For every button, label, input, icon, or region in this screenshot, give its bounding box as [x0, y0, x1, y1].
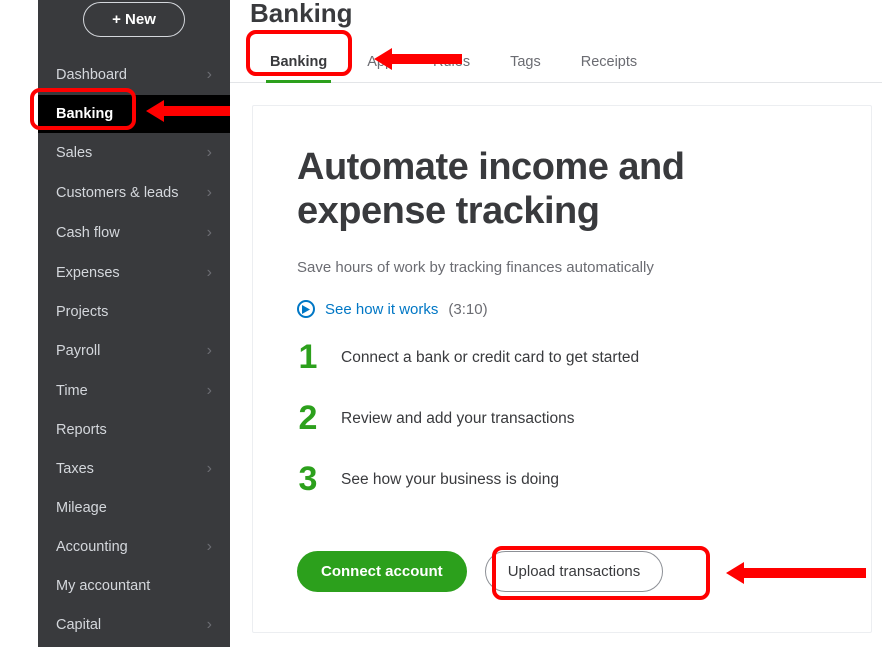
- step-3: 3 See how your business is doing: [297, 460, 827, 499]
- sidebar: + New Dashboard›BankingSales›Customers &…: [38, 0, 230, 647]
- tab-receipts[interactable]: Receipts: [561, 44, 657, 82]
- step-number: 1: [297, 338, 319, 377]
- step-number: 2: [297, 399, 319, 438]
- sidebar-item-accounting[interactable]: Accounting ›: [38, 527, 230, 567]
- chevron-right-icon: ›: [207, 342, 212, 360]
- sidebar-item-label: Customers & leads: [56, 185, 179, 201]
- content-card: Automate income and expense tracking Sav…: [252, 105, 872, 633]
- chevron-right-icon: ›: [207, 144, 212, 162]
- tabs: BankingAppRulesTagsReceipts: [230, 44, 882, 83]
- chevron-right-icon: ›: [207, 460, 212, 478]
- sidebar-item-label: Sales: [56, 145, 92, 161]
- sidebar-item-label: Cash flow: [56, 225, 120, 241]
- steps-list: 1 Connect a bank or credit card to get st…: [297, 338, 827, 499]
- sidebar-item-label: My accountant: [56, 578, 150, 594]
- sidebar-item-label: Mileage: [56, 500, 107, 516]
- tab-rules[interactable]: Rules: [413, 44, 490, 82]
- chevron-right-icon: ›: [207, 538, 212, 556]
- sidebar-item-sales[interactable]: Sales ›: [38, 133, 230, 173]
- new-button[interactable]: + New: [83, 2, 185, 37]
- main-content: Banking BankingAppRulesTagsReceipts Auto…: [230, 0, 882, 647]
- sidebar-item-label: Taxes: [56, 461, 94, 477]
- sidebar-item-label: Reports: [56, 422, 107, 438]
- step-1: 1 Connect a bank or credit card to get st…: [297, 338, 827, 377]
- sidebar-item-time[interactable]: Time ›: [38, 371, 230, 411]
- sidebar-item-taxes[interactable]: Taxes ›: [38, 449, 230, 489]
- step-2: 2 Review and add your transactions: [297, 399, 827, 438]
- sidebar-item-capital[interactable]: Capital ›: [38, 605, 230, 645]
- sidebar-item-reports[interactable]: Reports: [38, 411, 230, 449]
- chevron-right-icon: ›: [207, 616, 212, 634]
- how-it-works-link[interactable]: See how it works: [325, 301, 438, 318]
- chevron-right-icon: ›: [207, 184, 212, 202]
- sidebar-item-customers-leads[interactable]: Customers & leads ›: [38, 173, 230, 213]
- hero-title: Automate income and expense tracking: [297, 146, 827, 233]
- sidebar-item-label: Payroll: [56, 343, 100, 359]
- sidebar-item-label: Banking: [56, 106, 113, 122]
- step-number: 3: [297, 460, 319, 499]
- sidebar-item-label: Expenses: [56, 265, 120, 281]
- how-it-works-duration: (3:10): [448, 301, 487, 318]
- chevron-right-icon: ›: [207, 264, 212, 282]
- sidebar-item-label: Capital: [56, 617, 101, 633]
- tab-app[interactable]: App: [347, 44, 413, 82]
- connect-account-button[interactable]: Connect account: [297, 551, 467, 592]
- chevron-right-icon: ›: [207, 66, 212, 84]
- sidebar-item-label: Dashboard: [56, 67, 127, 83]
- tab-banking[interactable]: Banking: [250, 44, 347, 82]
- sidebar-item-my-accountant[interactable]: My accountant: [38, 567, 230, 605]
- step-text: See how your business is doing: [341, 471, 559, 489]
- upload-transactions-button[interactable]: Upload transactions: [485, 551, 664, 592]
- play-icon[interactable]: [297, 300, 315, 318]
- how-it-works-row: See how it works (3:10): [297, 300, 827, 318]
- tab-tags[interactable]: Tags: [490, 44, 561, 82]
- sidebar-item-projects[interactable]: Projects: [38, 293, 230, 331]
- sidebar-item-label: Projects: [56, 304, 108, 320]
- page-title: Banking: [230, 0, 882, 26]
- step-text: Connect a bank or credit card to get sta…: [341, 349, 639, 367]
- sidebar-item-label: Time: [56, 383, 88, 399]
- sidebar-item-dashboard[interactable]: Dashboard ›: [38, 55, 230, 95]
- sidebar-nav: Dashboard›BankingSales›Customers & leads…: [38, 55, 230, 645]
- chevron-right-icon: ›: [207, 382, 212, 400]
- cta-row: Connect account Upload transactions: [297, 551, 827, 592]
- sidebar-item-mileage[interactable]: Mileage: [38, 489, 230, 527]
- step-text: Review and add your transactions: [341, 410, 575, 428]
- sidebar-item-banking[interactable]: Banking: [38, 95, 230, 133]
- sidebar-item-label: Accounting: [56, 539, 128, 555]
- sidebar-item-payroll[interactable]: Payroll ›: [38, 331, 230, 371]
- sidebar-item-expenses[interactable]: Expenses ›: [38, 253, 230, 293]
- hero-subtitle: Save hours of work by tracking finances …: [297, 259, 827, 276]
- sidebar-item-cash-flow[interactable]: Cash flow ›: [38, 213, 230, 253]
- chevron-right-icon: ›: [207, 224, 212, 242]
